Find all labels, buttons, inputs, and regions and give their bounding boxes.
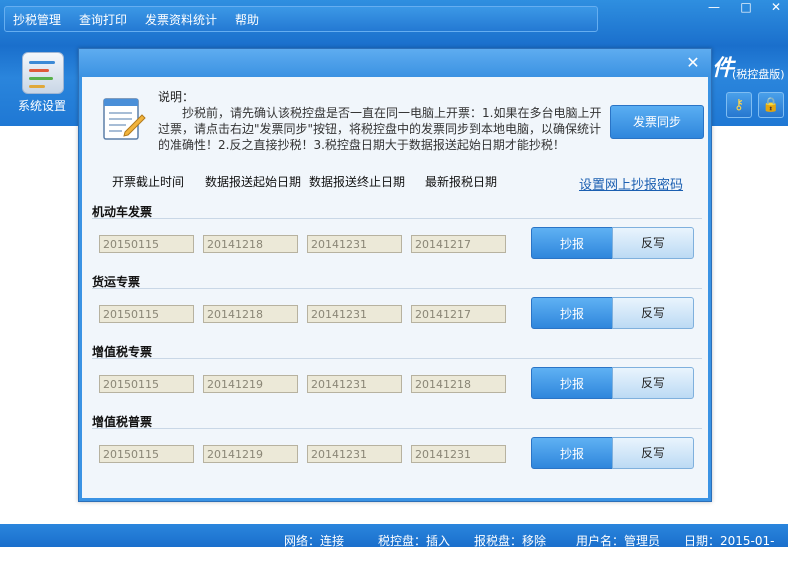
col-head-report-end: 数据报送终止日期	[309, 175, 406, 189]
field-report-end: 20141231	[307, 305, 402, 323]
note-line: 过票，请点击右边"发票同步"按钮，将税控盘中的发票同步到本地电脑，以确保统计	[158, 122, 602, 136]
field-latest-report: 20141217	[411, 235, 506, 253]
field-report-start: 20141219	[203, 445, 298, 463]
note-text: 抄税前，请先确认该税控盘是否一直在同一电脑上开票：1.如果在多台电脑上开 过票，…	[158, 105, 610, 153]
close-window-button[interactable]: ✕	[764, 0, 788, 14]
menu-invoice-statistics[interactable]: 发票资料统计	[145, 11, 217, 28]
write-back-button[interactable]: 反写	[612, 367, 694, 399]
lock-icon[interactable]: 🔒	[758, 92, 784, 118]
copy-report-button[interactable]: 抄报	[531, 437, 613, 469]
menu-query-print[interactable]: 查询打印	[79, 11, 127, 28]
field-report-start: 20141219	[203, 375, 298, 393]
write-back-button[interactable]: 反写	[612, 227, 694, 259]
status-date: 日期：2015-01-21	[684, 534, 775, 563]
field-invoice-deadline: 20150115	[99, 445, 194, 463]
status-report-disk: 报税盘：移除	[474, 534, 547, 548]
section-divider	[92, 428, 702, 429]
field-latest-report: 20141231	[411, 445, 506, 463]
menu-tax-management[interactable]: 抄税管理	[13, 11, 61, 28]
field-latest-report: 20141217	[411, 305, 506, 323]
invoice-sync-button[interactable]: 发票同步	[610, 105, 704, 139]
col-head-invoice-deadline: 开票截止时间	[112, 175, 185, 189]
minimize-button[interactable]: —	[702, 0, 726, 14]
menu-help[interactable]: 帮助	[235, 11, 259, 28]
copy-report-button[interactable]: 抄报	[531, 367, 613, 399]
col-head-report-start: 数据报送起始日期	[205, 175, 302, 189]
brand-logo-text: 件	[712, 56, 735, 81]
section-divider	[92, 218, 702, 219]
field-invoice-deadline: 20150115	[99, 235, 194, 253]
write-back-button[interactable]: 反写	[612, 437, 694, 469]
note-line: 抄税前，请先确认该税控盘是否一直在同一电脑上开票：1.如果在多台电脑上开	[182, 106, 602, 120]
tax-copy-dialog: ✕ 说明： 抄税前，请先确认该税控盘是否一直在同一电脑上开票：1.如果在多台电脑…	[78, 48, 712, 502]
field-invoice-deadline: 20150115	[99, 375, 194, 393]
brand-edition: (税控盘版)	[732, 68, 785, 81]
maximize-button[interactable]: □	[734, 0, 758, 14]
field-invoice-deadline: 20150115	[99, 305, 194, 323]
field-report-end: 20141231	[307, 235, 402, 253]
status-tax-disk: 税控盘：插入	[378, 534, 451, 548]
notepad-icon	[103, 98, 146, 140]
system-settings-icon[interactable]	[22, 52, 64, 94]
field-report-end: 20141231	[307, 375, 402, 393]
field-report-start: 20141218	[203, 235, 298, 253]
key-icon[interactable]: ⚷	[726, 92, 752, 118]
dialog-close-button[interactable]: ✕	[683, 53, 703, 73]
app-title-bar: 抄税管理 查询打印 发票资料统计 帮助 — □ ✕	[0, 0, 788, 46]
note-line: 的准确性！2.反之直接抄税！3.税控盘日期大于数据报送起始日期才能抄税！	[158, 138, 565, 152]
dialog-title-bar: ✕	[79, 49, 711, 77]
status-network: 网络：连接	[284, 534, 345, 548]
system-settings-label[interactable]: 系统设置	[18, 97, 66, 114]
status-user: 用户名：管理员	[576, 534, 661, 548]
dialog-body: 说明： 抄税前，请先确认该税控盘是否一直在同一电脑上开票：1.如果在多台电脑上开…	[82, 77, 708, 498]
set-online-password-link[interactable]: 设置网上抄报密码	[579, 174, 683, 193]
note-title: 说明：	[158, 90, 195, 104]
copy-report-button[interactable]: 抄报	[531, 227, 613, 259]
col-head-latest-report: 最新报税日期	[425, 175, 498, 189]
write-back-button[interactable]: 反写	[612, 297, 694, 329]
status-bar: 网络：连接 税控盘：插入 报税盘：移除 用户名：管理员 日期：2015-01-2…	[0, 524, 788, 563]
menu-bar: 抄税管理 查询打印 发票资料统计 帮助	[4, 6, 598, 32]
section-divider	[92, 288, 702, 289]
copy-report-button[interactable]: 抄报	[531, 297, 613, 329]
field-latest-report: 20141218	[411, 375, 506, 393]
section-divider	[92, 358, 702, 359]
field-report-end: 20141231	[307, 445, 402, 463]
field-report-start: 20141218	[203, 305, 298, 323]
